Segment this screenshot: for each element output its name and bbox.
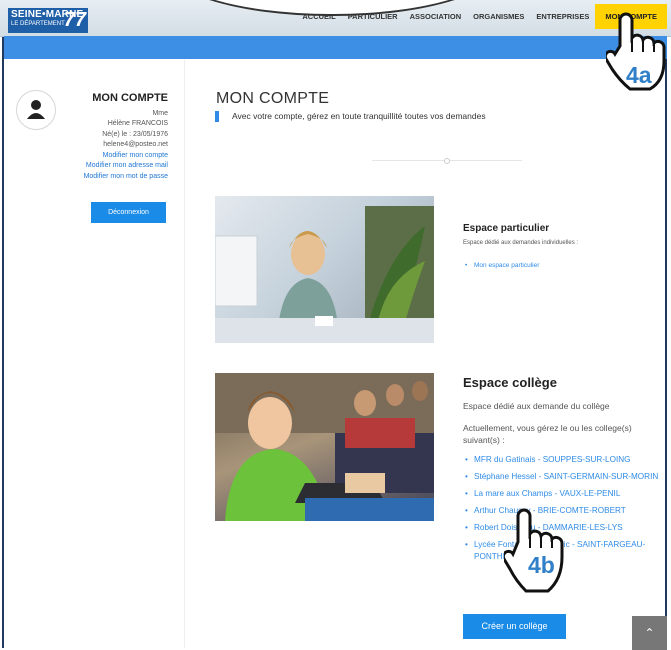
woman-photo-illustration (215, 206, 434, 343)
logo-subtitle: LE DÉPARTEMENT (11, 21, 65, 27)
college-list-intro: Actuellement, vous gérez le ou les colle… (463, 423, 632, 445)
nav-entreprises[interactable]: ENTREPRISES (530, 12, 595, 29)
classroom-photo-illustration (215, 373, 434, 521)
pointer-hand-annotation-4b: 4b (501, 506, 568, 607)
children-computers-photo (215, 373, 434, 521)
account-birth-date: Né(e) le : 23/05/1976 (102, 130, 168, 138)
create-college-button[interactable]: Créer un collège (463, 614, 566, 639)
espace-particulier-title: Espace particulier (463, 223, 550, 234)
logout-button[interactable]: Déconnexion (91, 202, 166, 223)
annotation-label-4a: 4a (626, 62, 652, 88)
nav-organismes[interactable]: ORGANISMES (467, 12, 530, 29)
edit-account-link[interactable]: Modifier mon compte (84, 151, 168, 162)
woman-at-desk-photo (215, 196, 434, 343)
account-email: helene4@posteo.net (103, 141, 168, 148)
user-icon (27, 100, 45, 119)
mon-espace-particulier-link[interactable]: Mon espace particulier (465, 262, 539, 269)
college-item[interactable]: La mare aux Champs - VAUX-LE-PENIL (465, 488, 665, 500)
edit-password-link[interactable]: Modifier mon mot de passe (84, 172, 168, 183)
account-name: Hélène FRANCOIS (107, 120, 168, 127)
particulier-links: Mon espace particulier (465, 262, 539, 269)
divider-dot (444, 158, 450, 164)
account-civility: Mme (152, 109, 168, 117)
espace-college-title: Espace collège (463, 375, 557, 390)
back-to-top-button[interactable]: ⌃ (632, 616, 667, 650)
section-divider (372, 158, 522, 164)
blue-banner (4, 36, 667, 59)
college-item[interactable]: Stéphane Hessel - SAINT-GERMAIN-SUR-MORI… (465, 471, 665, 483)
logo-number: 77 (63, 9, 86, 31)
page-title: MON COMPTE (216, 90, 330, 107)
espace-college-description: Espace dédié aux demande du collège (463, 401, 610, 411)
avatar (16, 90, 56, 130)
account-sidebar: MON COMPTE Mme Hélène FRANCOIS Né(e) le … (8, 60, 185, 648)
edit-email-link[interactable]: Modifier mon adresse mail (84, 161, 168, 172)
page-intro: Avec votre compte, gérez en toute tranqu… (215, 111, 486, 122)
department-logo[interactable]: SEINE•MARNE LE DÉPARTEMENT 77 (8, 8, 88, 33)
nav-association[interactable]: ASSOCIATION (404, 12, 468, 29)
sidebar-title: MON COMPTE (92, 92, 168, 104)
account-info: MON COMPTE Mme Hélène FRANCOIS Né(e) le … (84, 93, 168, 182)
chevron-up-icon: ⌃ (644, 626, 655, 640)
annotation-label-4b: 4b (528, 552, 555, 578)
pointer-hand-annotation-4a: 4a (603, 10, 670, 105)
college-item[interactable]: MFR du Gatinais - SOUPPES-SUR-LOING (465, 454, 665, 466)
espace-particulier-description: Espace dédié aux demandes individuelles … (463, 240, 579, 246)
